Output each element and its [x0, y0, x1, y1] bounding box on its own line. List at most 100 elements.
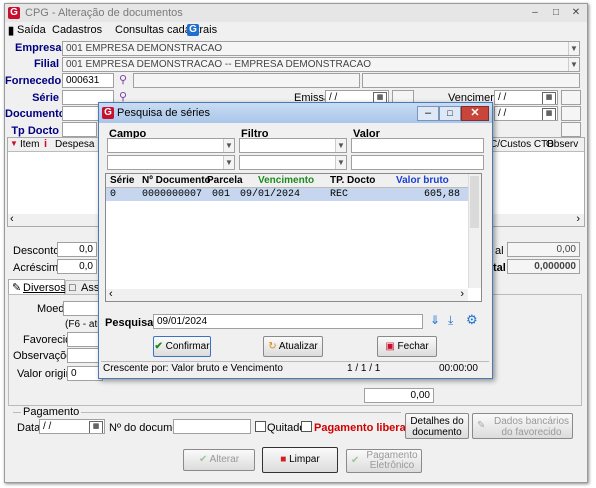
cell-valor-bruto: 605,88	[424, 189, 461, 200]
valor-input-1[interactable]	[351, 138, 484, 153]
detalhes-button[interactable]: Detalhes do documento	[405, 413, 469, 439]
fechar-button[interactable]: ▣ Fechar	[377, 336, 437, 357]
pagamento-data-input[interactable]: / / ▦	[39, 419, 105, 434]
campo-select-2[interactable]: ▼	[107, 155, 235, 170]
acrescimo-input[interactable]: 0,0	[57, 259, 97, 274]
cell-parcela: 001	[212, 189, 231, 200]
screen: G CPG - Alteração de documentos – □ ✕ ▮ …	[0, 0, 596, 488]
scroll-thumb[interactable]	[470, 176, 479, 228]
col-cc[interactable]: C/Custos CTB	[490, 139, 554, 150]
liberado-label: Pagamento liberado	[314, 422, 420, 434]
pesquisa-input[interactable]: 09/01/2024	[153, 314, 423, 329]
maximize-icon[interactable]: □	[439, 106, 461, 121]
col-ndocumento[interactable]: Nº Documento	[142, 175, 211, 186]
chat-icon: □	[69, 282, 76, 294]
filial-combo[interactable]: 001 EMPRESA DEMONSTRACAO -- EMPRESA DEMO…	[62, 57, 580, 72]
valor-input-2[interactable]	[351, 155, 484, 170]
status-time: 00:00:00	[439, 363, 478, 374]
menu-saida[interactable]: Saída	[17, 24, 46, 36]
vencimento2-input[interactable]: / / ▦	[494, 106, 558, 121]
chevron-down-icon: ▼	[568, 42, 579, 55]
search-icon[interactable]: ⚲	[119, 75, 129, 86]
gear-icon[interactable]: ⚙	[466, 312, 478, 328]
calendar-icon[interactable]: ▦	[542, 92, 556, 104]
results-grid[interactable]: Série Nº Documento Parcela Vencimento TP…	[105, 173, 482, 302]
tpdocto-input[interactable]	[62, 122, 97, 137]
campo-select-1[interactable]: ▼	[107, 138, 235, 153]
chevron-down-icon: ▼	[335, 139, 346, 152]
tab-diversos[interactable]: ✎ Diversos	[8, 279, 66, 295]
scroll-right-icon[interactable]: ›	[460, 288, 464, 300]
total-label-2: tal	[493, 262, 506, 274]
moeda-input[interactable]	[63, 301, 103, 316]
dialog-status-bar: Crescente por: Valor bruto e Vencimento …	[101, 361, 489, 375]
pagamento-label: Pagamento	[21, 406, 82, 418]
col-despesa[interactable]: Despesa	[55, 139, 94, 150]
download-icon[interactable]: ⤓	[448, 313, 453, 328]
vencimento-extra	[561, 90, 581, 105]
close-icon[interactable]: ✕	[461, 106, 489, 121]
minimize-icon[interactable]: –	[417, 106, 439, 121]
liberado-checkbox[interactable]	[301, 421, 312, 432]
status-sort: Crescente por: Valor bruto e Vencimento	[103, 363, 283, 374]
quitado-checkbox[interactable]	[255, 421, 266, 432]
documento-label: Documento	[5, 108, 66, 120]
total-value-1: 0,00	[507, 242, 580, 257]
results-hscroll[interactable]: ‹ ›	[106, 288, 468, 301]
col-item[interactable]: Item	[20, 139, 39, 150]
info-icon: i	[44, 138, 48, 150]
menu-consultas[interactable]: Consultas cadastrais	[115, 24, 217, 36]
empresa-combo[interactable]: 001 EMPRESA DEMONSTRACAO ▼	[62, 41, 580, 56]
col-valor-bruto[interactable]: Valor bruto	[396, 175, 449, 186]
filtro-select-1[interactable]: ▼	[239, 138, 347, 153]
empresa-label: Empresa	[15, 42, 62, 54]
col-obs[interactable]: Observ	[546, 139, 578, 150]
title-bar: G CPG - Alteração de documentos – □ ✕	[5, 4, 587, 22]
pagamento-eletronico-button[interactable]: ✔ Pagamento Eletrônico	[346, 449, 422, 473]
atualizar-button[interactable]: ↻ Atualizar	[263, 336, 323, 357]
amount-field[interactable]: 0,00	[364, 388, 434, 403]
filtro-select-2[interactable]: ▼	[239, 155, 347, 170]
sort-icon: ▼	[10, 139, 18, 148]
results-vscroll[interactable]	[468, 174, 481, 288]
scroll-left-icon[interactable]: ‹	[10, 213, 14, 225]
expand-down-icon[interactable]: ⇓	[430, 313, 440, 327]
vencimento-input[interactable]: / / ▦	[494, 90, 558, 105]
fornecedor-input[interactable]: 000631	[62, 73, 114, 88]
menu-cadastros[interactable]: Cadastros	[52, 24, 102, 36]
limpar-button[interactable]: ■ Limpar	[262, 447, 338, 473]
col-tpdocto[interactable]: TP. Docto	[330, 175, 375, 186]
calendar-icon[interactable]: ▦	[89, 421, 103, 433]
dados-bancarios-button[interactable]: ✎ Dados bancários do favorecido	[472, 413, 573, 439]
total-label-1: al	[495, 245, 504, 257]
filial-label: Filial	[33, 58, 59, 70]
exit-icon: ▮	[8, 25, 15, 37]
desconto-input[interactable]: 0,0	[57, 242, 97, 257]
consultas-icon[interactable]: G	[187, 24, 199, 36]
calendar-icon[interactable]: ▦	[542, 108, 556, 120]
documento-input[interactable]	[62, 106, 102, 121]
status-count: 1 / 1 / 1	[347, 363, 381, 374]
tpdocto-label: Tp Docto	[11, 125, 59, 137]
tpdocto-extra	[561, 122, 581, 137]
total-value-2: 0,000000	[507, 259, 580, 274]
pagamento-data-label: Data	[17, 422, 41, 434]
fornecedor-name-field	[133, 73, 360, 88]
table-row[interactable]: 0 0000000007 001 09/01/2024 REC 605,88	[106, 188, 468, 201]
check-icon: ✔	[154, 341, 163, 352]
alterar-button[interactable]: ✔ Alterar	[183, 449, 255, 471]
col-parcela[interactable]: Parcela	[207, 175, 243, 186]
ndoc-input[interactable]	[173, 419, 251, 434]
chevron-down-icon: ▼	[223, 139, 234, 152]
pesquisa-label: Pesquisa	[105, 317, 154, 329]
confirmar-button[interactable]: ✔ Confirmar	[153, 336, 211, 357]
scroll-right-icon[interactable]: ›	[576, 213, 580, 225]
close-icon[interactable]: ✕	[566, 6, 586, 20]
search-icon[interactable]: ⚲	[119, 92, 129, 103]
chevron-down-icon: ▼	[568, 58, 579, 71]
minimize-icon[interactable]: –	[525, 6, 545, 20]
scroll-left-icon[interactable]: ‹	[109, 288, 113, 300]
maximize-icon[interactable]: □	[546, 6, 566, 20]
col-serie[interactable]: Série	[110, 175, 134, 186]
col-vencimento[interactable]: Vencimento	[258, 175, 314, 186]
